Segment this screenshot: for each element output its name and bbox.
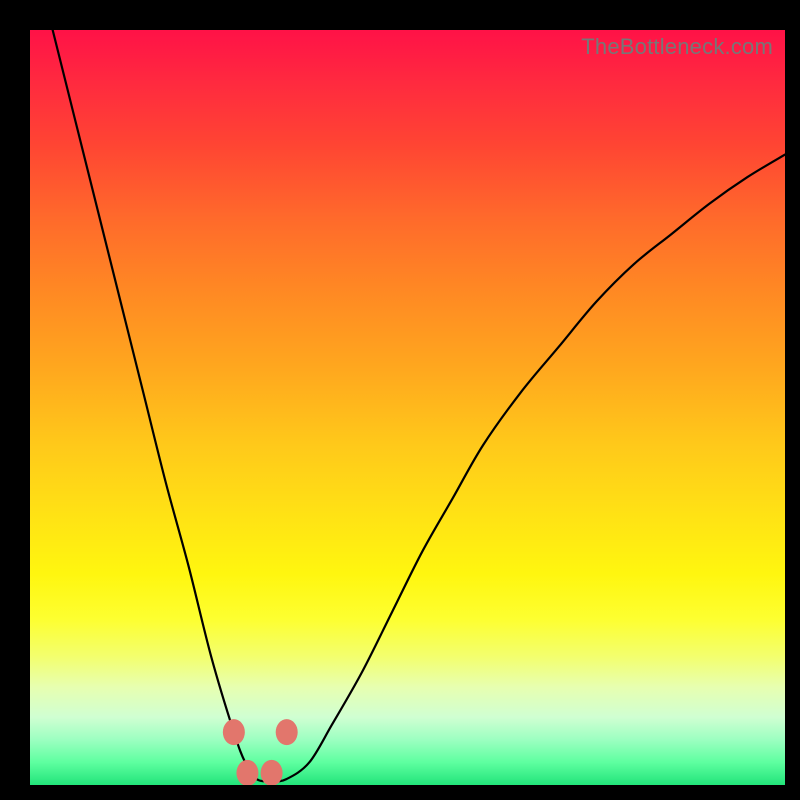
chart-frame: TheBottleneck.com <box>0 0 800 800</box>
marker-point <box>261 760 283 785</box>
plot-area: TheBottleneck.com <box>30 30 785 785</box>
marker-point <box>223 719 245 745</box>
marker-group <box>223 719 298 785</box>
chart-svg <box>30 30 785 785</box>
marker-point <box>276 719 298 745</box>
marker-point <box>236 760 258 785</box>
bottleneck-curve <box>53 30 785 781</box>
